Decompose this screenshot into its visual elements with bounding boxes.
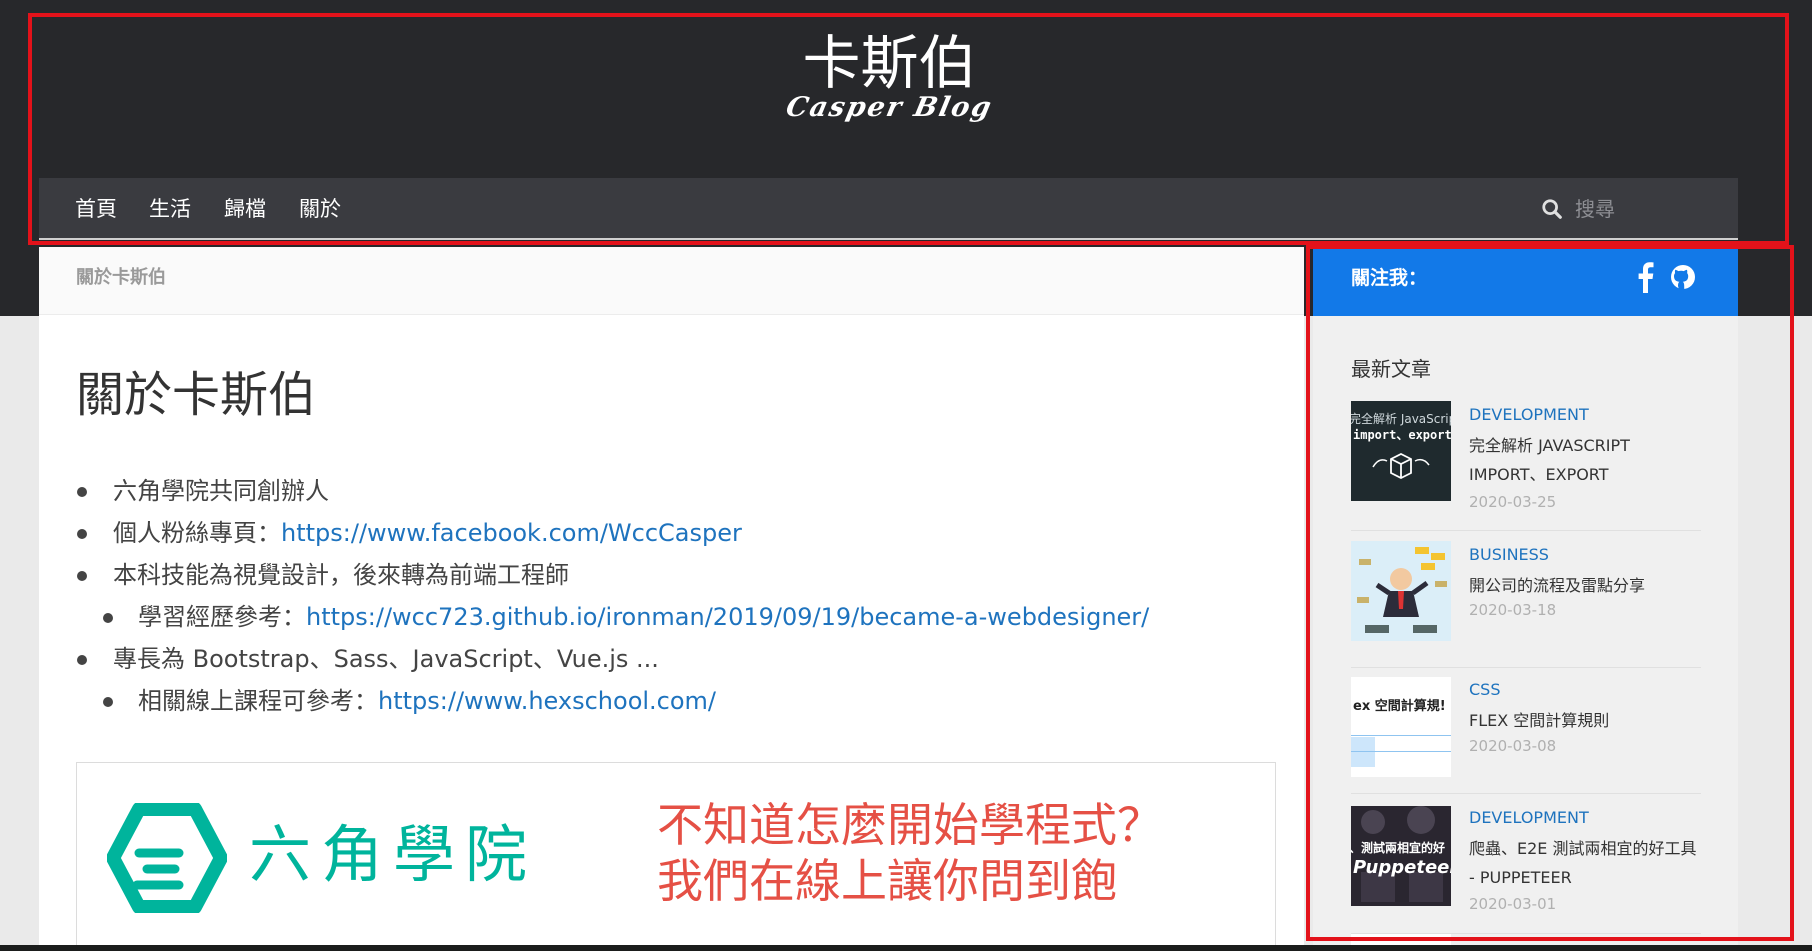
main-navbar: 首頁 生活 歸檔 關於 <box>39 178 1745 240</box>
nav-item-home[interactable]: 首頁 <box>75 178 117 240</box>
page-title: 關於卡斯伯 <box>76 367 317 423</box>
list-item-text: 專長為 Bootstrap、Sass、JavaScript、Vue.js ... <box>113 645 659 673</box>
post-title[interactable]: 爬蟲、E2E 測試兩相宜的好工具 - PUPPETEER <box>1469 834 1701 892</box>
list-item-text: 學習經歷參考： <box>138 603 306 631</box>
thumb-caption: import、export <box>1353 428 1451 442</box>
recent-posts-title: 最新文章 <box>1351 357 1431 381</box>
ironman-article-link[interactable]: https://wcc723.github.io/ironman/2019/09… <box>306 603 1149 631</box>
banner-slogan: 不知道怎麼開始學程式？ 我們在線上讓你問到飽 <box>657 797 1163 909</box>
banner-slogan-line: 不知道怎麼開始學程式？ <box>657 798 1163 852</box>
bullet <box>77 571 87 581</box>
recent-post[interactable]: 完全解析 JavaScrip import、export DEVELOPMENT… <box>1351 401 1701 531</box>
recent-post[interactable]: 、測試兩相宜的好 Puppeteer DEVELOPMENT 爬蟲、E2E 測試… <box>1351 794 1701 934</box>
post-category[interactable]: CSS <box>1469 680 1500 699</box>
taskbar-strip <box>0 945 1812 951</box>
post-category[interactable]: DEVELOPMENT <box>1469 405 1589 424</box>
post-thumbnail[interactable]: 完全解析 JavaScrip import、export <box>1351 401 1451 501</box>
post-category[interactable]: BUSINESS <box>1469 545 1549 564</box>
post-date: 2020-03-25 <box>1469 493 1557 511</box>
post-date: 2020-03-18 <box>1469 601 1557 619</box>
businessman-illustration-icon <box>1357 547 1447 633</box>
nav-search <box>1541 178 1745 240</box>
github-icon[interactable] <box>1669 263 1697 291</box>
thumb-caption: Puppeteer <box>1353 857 1451 878</box>
nav-item-archive[interactable]: 歸檔 <box>224 178 266 240</box>
post-title[interactable]: 開公司的流程及雷點分享 <box>1469 571 1701 600</box>
nav-item-about[interactable]: 關於 <box>299 178 341 240</box>
post-thumbnail[interactable] <box>1351 541 1451 641</box>
main-content: 關於卡斯伯 關於卡斯伯 六角學院共同創辦人 個人粉絲專頁：https://www… <box>39 247 1304 951</box>
list-item: 本科技能為視覺設計，後來轉為前端工程師 <box>77 554 569 596</box>
post-thumbnail[interactable]: 、測試兩相宜的好 Puppeteer <box>1351 806 1451 906</box>
list-item: 六角學院共同創辦人 <box>77 470 329 512</box>
facebook-page-link[interactable]: https://www.facebook.com/WccCasper <box>281 519 742 547</box>
bullet <box>103 613 113 623</box>
bullet <box>103 697 113 707</box>
post-title[interactable]: 完全解析 JAVASCRIPT IMPORT、EXPORT <box>1469 431 1701 489</box>
breadcrumb: 關於卡斯伯 <box>39 247 1304 315</box>
post-category[interactable]: DEVELOPMENT <box>1469 808 1589 827</box>
flex-box <box>1351 737 1375 767</box>
thumb-caption: 、測試兩相宜的好 <box>1351 841 1446 855</box>
flex-line <box>1351 735 1451 736</box>
list-item: 個人粉絲專頁：https://www.facebook.com/WccCaspe… <box>77 512 742 554</box>
list-item-text: 六角學院共同創辦人 <box>113 477 329 505</box>
box-icon <box>1372 452 1430 480</box>
thumb-caption: ex 空間計算規! <box>1353 699 1446 714</box>
recent-post[interactable]: BUSINESS 開公司的流程及雷點分享 2020-03-18 <box>1351 541 1701 668</box>
hexschool-banner[interactable]: 六角學院 不知道怎麼開始學程式？ 我們在線上讓你問到飽 <box>76 762 1276 951</box>
post-thumbnail[interactable]: ex 空間計算規! <box>1351 677 1451 777</box>
hexschool-logo-icon <box>107 803 227 913</box>
list-item: 專長為 Bootstrap、Sass、JavaScript、Vue.js ... <box>77 638 659 680</box>
list-item-nested: 相關線上課程可參考：https://www.hexschool.com/ <box>103 680 716 722</box>
flex-line <box>1351 751 1451 752</box>
recent-post[interactable]: ex 空間計算規! CSS FLEX 空間計算規則 2020-03-08 <box>1351 668 1701 794</box>
follow-title: 關注我： <box>1351 267 1428 289</box>
banner-slogan-line: 我們在線上讓你問到飽 <box>657 854 1117 908</box>
hexschool-link[interactable]: https://www.hexschool.com/ <box>378 687 716 715</box>
puppeteer-illustration-icon <box>1361 806 1443 902</box>
banner-brand-text: 六角學院 <box>249 818 538 891</box>
follow-bar: 關注我： <box>1313 241 1738 316</box>
site-title[interactable]: 卡斯伯 <box>0 28 1779 98</box>
list-item-nested: 學習經歷參考：https://wcc723.github.io/ironman/… <box>103 596 1149 638</box>
post-date: 2020-03-08 <box>1469 737 1557 755</box>
bullet <box>77 529 87 539</box>
search-icon[interactable] <box>1541 198 1563 220</box>
post-date: 2020-03-01 <box>1469 895 1557 913</box>
list-item-text: 相關線上課程可參考： <box>138 687 378 715</box>
list-item-text: 個人粉絲專頁： <box>113 519 281 547</box>
facebook-icon[interactable] <box>1635 261 1655 293</box>
nav-item-life[interactable]: 生活 <box>149 178 191 240</box>
thumb-caption: 完全解析 JavaScrip <box>1351 412 1451 426</box>
search-input[interactable] <box>1575 197 1745 221</box>
list-item-text: 本科技能為視覺設計，後來轉為前端工程師 <box>113 561 569 589</box>
post-title[interactable]: FLEX 空間計算規則 <box>1469 706 1701 735</box>
site-subtitle: Casper Blog <box>783 92 996 123</box>
bullet <box>77 487 87 497</box>
sidebar: 關注我： 最新文章 完全解析 JavaScrip import、export D… <box>1313 241 1738 951</box>
bullet <box>77 655 87 665</box>
